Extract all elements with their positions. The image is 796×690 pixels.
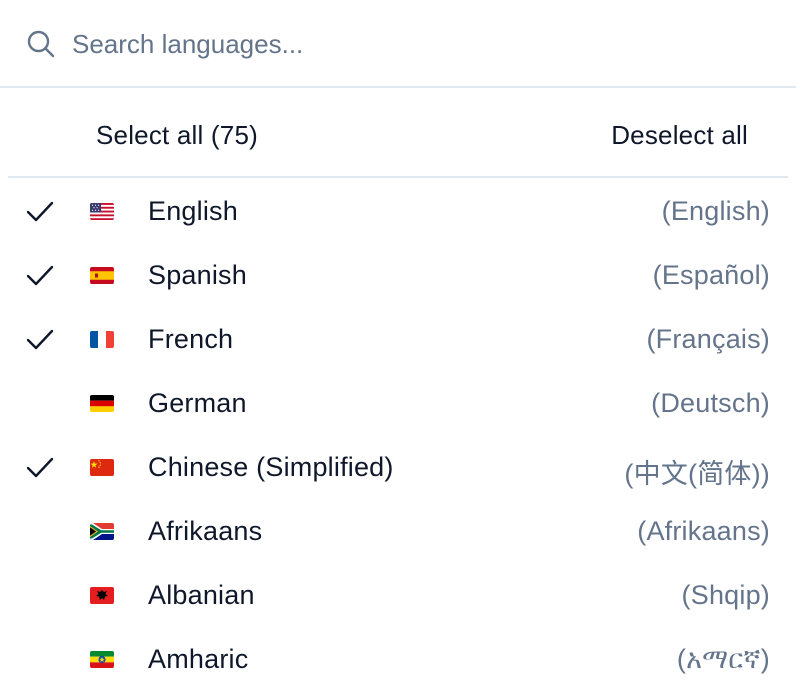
language-item-french[interactable]: French (Français)	[0, 308, 796, 372]
za-flag-icon	[90, 523, 114, 540]
fr-flag-icon	[90, 331, 114, 348]
select-all-button[interactable]: Select all (75)	[96, 120, 258, 151]
language-list: English (English) Spanish (Español) Fren…	[0, 180, 796, 690]
language-name: Chinese (Simplified)	[148, 452, 394, 482]
de-flag-icon	[90, 395, 114, 412]
language-native-name: (አማርኛ)	[676, 644, 770, 674]
language-item-albanian[interactable]: Albanian (Shqip)	[0, 564, 796, 628]
language-name: Albanian	[148, 580, 255, 610]
checkmark-icon	[26, 329, 54, 350]
language-native-name: (Deutsch)	[651, 388, 770, 418]
checkmark-icon	[26, 457, 54, 478]
al-flag-icon	[90, 587, 114, 604]
bulk-actions: Select all (75) Deselect all	[8, 90, 788, 178]
language-native-name: (中文(简体))	[624, 459, 770, 489]
search-bar	[0, 0, 796, 88]
language-name: German	[148, 388, 247, 418]
language-native-name: (Français)	[646, 324, 770, 354]
cn-flag-icon	[90, 459, 114, 476]
es-flag-icon	[90, 267, 114, 284]
language-native-name: (Afrikaans)	[637, 516, 770, 546]
language-picker: Select all (75) Deselect all	[0, 0, 796, 690]
et-flag-icon	[90, 651, 114, 668]
language-name: Amharic	[148, 644, 249, 674]
language-name: French	[148, 324, 234, 354]
search-icon	[27, 30, 55, 58]
language-name: Afrikaans	[148, 516, 263, 546]
search-input[interactable]	[72, 24, 752, 64]
language-name: Spanish	[148, 260, 247, 290]
deselect-all-button[interactable]: Deselect all	[611, 120, 748, 151]
us-flag-icon	[90, 203, 114, 220]
language-native-name: (Español)	[652, 260, 770, 290]
language-native-name: (Shqip)	[681, 580, 770, 610]
language-native-name: (English)	[661, 196, 770, 226]
checkmark-icon	[26, 201, 54, 222]
language-name: English	[148, 196, 238, 226]
language-item-chinese-simplified[interactable]: Chinese (Simplified) (中文(简体))	[0, 436, 796, 500]
language-item-afrikaans[interactable]: Afrikaans (Afrikaans)	[0, 500, 796, 564]
language-item-english[interactable]: English (English)	[0, 180, 796, 244]
language-item-german[interactable]: German (Deutsch)	[0, 372, 796, 436]
checkmark-icon	[26, 265, 54, 286]
language-item-spanish[interactable]: Spanish (Español)	[0, 244, 796, 308]
language-item-amharic[interactable]: Amharic (አማርኛ)	[0, 628, 796, 690]
